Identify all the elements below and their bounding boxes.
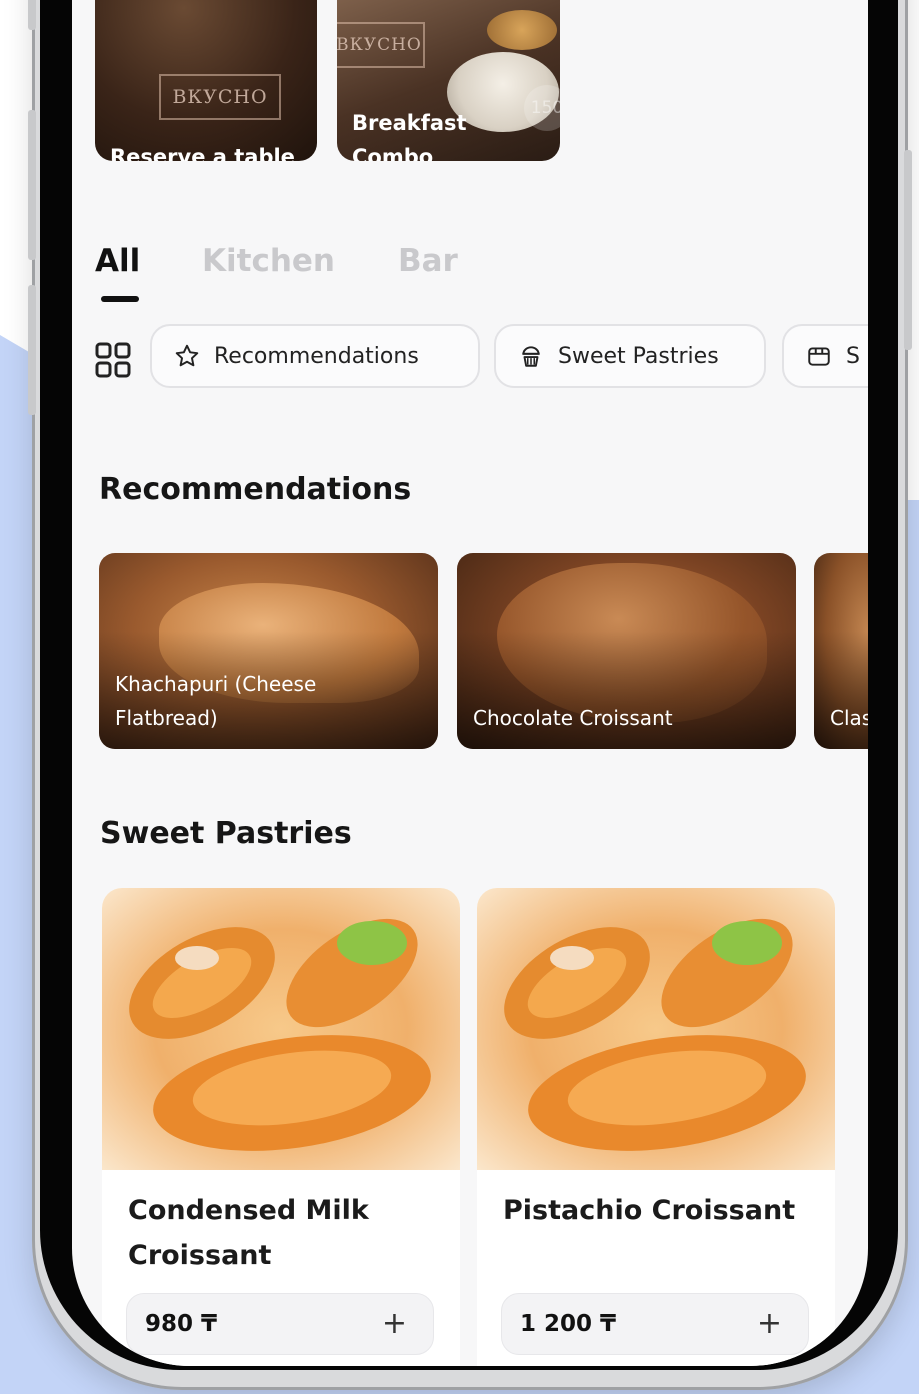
plus-icon: + bbox=[756, 1306, 782, 1341]
recommendations-title: Recommendations bbox=[99, 472, 412, 507]
tab-all[interactable]: All bbox=[95, 243, 140, 279]
active-tab-indicator bbox=[101, 296, 139, 302]
recommendation-card[interactable]: Chocolate Croissant bbox=[457, 553, 796, 749]
phone-side-button bbox=[28, 0, 36, 30]
chip-recommendations[interactable]: Recommendations bbox=[150, 324, 480, 388]
product-name: Pistachio Croissant bbox=[503, 1195, 796, 1226]
reserve-table-label: Reserve a table bbox=[110, 145, 295, 161]
chip-label: S bbox=[846, 343, 860, 369]
croissants-image bbox=[477, 888, 835, 1170]
star-icon bbox=[175, 344, 199, 367]
product-card[interactable]: Condensed Milk Croissant 980 ₸ + bbox=[102, 888, 460, 1366]
product-price: 1 200 ₸ bbox=[520, 1311, 617, 1337]
product-card[interactable]: Pistachio Croissant 1 200 ₸ + bbox=[477, 888, 835, 1366]
breakfast-combo-label: Breakfast Combo bbox=[352, 111, 467, 161]
product-name: Condensed Milk Croissant bbox=[128, 1195, 369, 1271]
chip-label: Sweet Pastries bbox=[558, 343, 719, 369]
chip-sweet-pastries[interactable]: Sweet Pastries bbox=[494, 324, 766, 388]
reserve-table-card[interactable]: ВКУСНО Reserve a table bbox=[95, 0, 317, 161]
app-screen: ВКУСНО Reserve a table ВКУСНО Breakfast … bbox=[72, 0, 868, 1366]
phone-power-button bbox=[904, 150, 912, 350]
product-price: 980 ₸ bbox=[145, 1311, 218, 1337]
recommendation-name: Chocolate Croissant bbox=[473, 706, 673, 730]
phone-volume-up-button bbox=[28, 110, 36, 260]
recommendation-name: Clas bbox=[830, 706, 868, 730]
tea-cup-image bbox=[487, 10, 557, 50]
sweet-pastries-title: Sweet Pastries bbox=[100, 816, 352, 851]
recommendation-name: Khachapuri (Cheese Flatbread) bbox=[115, 672, 317, 730]
box-icon bbox=[808, 347, 830, 366]
recommendation-card[interactable]: Clas bbox=[814, 553, 868, 749]
phone-volume-down-button bbox=[28, 285, 36, 415]
restaurant-sign: ВКУСНО bbox=[159, 74, 281, 120]
add-to-cart-button[interactable]: 980 ₸ + bbox=[126, 1293, 434, 1355]
breakfast-combo-card[interactable]: ВКУСНО Breakfast Combo 150 bbox=[337, 0, 560, 161]
recommendation-card[interactable]: Khachapuri (Cheese Flatbread) bbox=[99, 553, 438, 749]
chip-label: Recommendations bbox=[214, 343, 419, 369]
tab-bar[interactable]: Bar bbox=[398, 243, 458, 279]
grid-view-icon[interactable] bbox=[95, 342, 131, 378]
croissants-image bbox=[102, 888, 460, 1170]
plus-icon: + bbox=[381, 1306, 407, 1341]
add-to-cart-button[interactable]: 1 200 ₸ + bbox=[501, 1293, 809, 1355]
chip-third-category[interactable]: S bbox=[782, 324, 868, 388]
cupcake-icon bbox=[522, 346, 540, 367]
restaurant-sign: ВКУСНО bbox=[337, 22, 425, 68]
tab-kitchen[interactable]: Kitchen bbox=[202, 243, 335, 279]
